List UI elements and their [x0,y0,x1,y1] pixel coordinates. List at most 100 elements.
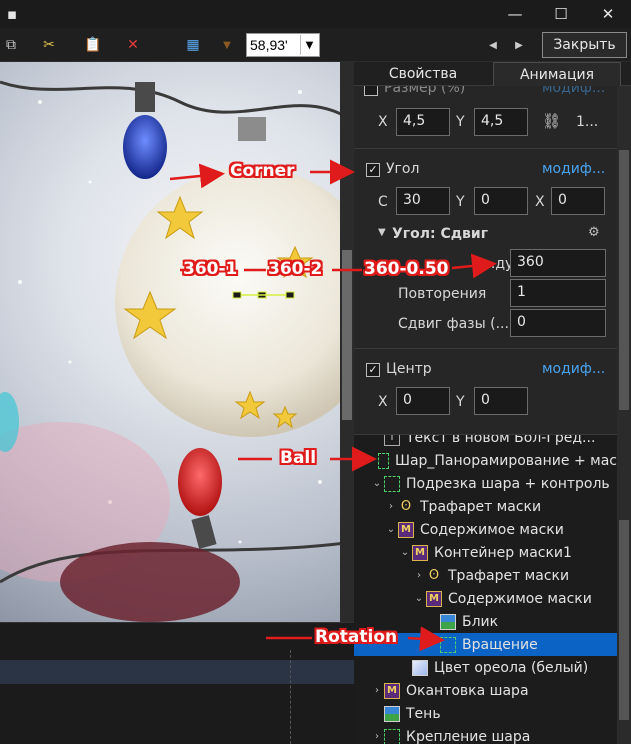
mask-icon: M [384,682,400,699]
tree-item[interactable]: › M Окантовка шара [354,679,617,702]
center-modifier-link[interactable]: модиф... [542,361,605,377]
angle-shift-title: Угол: Сдвиг [392,226,489,242]
annotation-rotation: Rotation [315,627,398,647]
canvas-scroll-thumb[interactable] [342,250,352,420]
stencil-icon: ʘ [428,567,440,583]
angle-shift-phase-label: Сдвиг фазы (... [398,316,509,332]
zoom-combobox[interactable]: 58,93' ▼ [246,33,320,57]
annotation-corner: Corner [230,161,295,181]
tree-item[interactable]: › Крепление шара [354,725,617,744]
dashed-frame-icon [378,452,389,469]
tree-item[interactable]: › ʘ Трафарет маски [354,564,617,587]
tree-item-label: Шар_Панорамирование + мас [394,452,617,469]
close-button[interactable]: Закрыть [542,32,627,58]
toolbar: ⧉ ✂ 📋 ✕ ▦ ▼ 58,93' ▼ ◀ ▶ Закрыть [0,28,631,62]
angle-shift-phase-input[interactable]: 0 [510,309,606,337]
chevron-right-icon[interactable]: › [370,731,384,742]
dashed-frame-icon [440,636,456,653]
tree-item[interactable]: ⌄ M Контейнер маски1 [354,541,617,564]
chevron-right-icon[interactable]: › [412,570,426,581]
tree-item[interactable]: Цвет ореола (белый) [354,656,617,679]
tree-item-label: Цвет ореола (белый) [434,659,589,676]
size-x-input[interactable]: 4,5 [396,108,450,136]
tree-item-label: Трафарет маски [420,498,542,515]
angle-modifier-link[interactable]: модиф... [542,161,605,177]
settings-gear-icon[interactable]: ⚙ [588,225,600,240]
nav-left-icon[interactable]: ◀ [484,36,502,54]
angle-x-label: X [535,194,545,210]
preview-canvas[interactable] [0,62,354,622]
center-y-label: Y [456,394,465,410]
panel-tabbar: Свойства Анимация [354,62,631,86]
angle-shift-repeat-input[interactable]: 1 [510,279,606,307]
link-chain-icon[interactable]: ⛓ [542,112,561,130]
close-window-icon[interactable]: ✕ [585,0,631,28]
timeline-track-row[interactable] [0,660,354,684]
chevron-right-icon[interactable]: › [384,501,398,512]
tree-item-label: Текст в новом Бол-Гред... [406,434,596,446]
angle-y-input[interactable]: 0 [474,187,528,215]
paste-special-icon[interactable]: ⧉ [2,36,20,54]
size-extra-value: 1... [576,114,599,130]
tree-item-label: Тень [406,705,441,722]
tab-properties[interactable]: Свойства [354,62,492,86]
center-checkbox[interactable]: ✓ [366,363,380,377]
center-x-input[interactable]: 0 [396,387,450,415]
zoom-dropdown-icon[interactable]: ▼ [300,35,318,55]
cut-icon[interactable]: ✂ [40,36,58,54]
mask-icon: M [398,521,414,538]
tree-item[interactable]: Тень [354,702,617,725]
tree-item[interactable]: ⌄ Подрезка шара + контроль [354,472,617,495]
angle-shift-repeat-label: Повторения [398,286,487,302]
delete-icon[interactable]: ✕ [124,36,142,54]
tree-scroll-thumb[interactable] [619,520,629,720]
angle-c-input[interactable]: 30 [396,187,450,215]
properties-scroll-thumb[interactable] [619,150,629,410]
angle-shift-duration-input[interactable]: 360 [510,249,606,277]
annotation-ball: Ball [280,448,317,468]
chevron-down-icon[interactable]: ⌄ [412,593,426,604]
tree-item-label: Окантовка шара [406,682,529,699]
timeline-marker [290,650,291,744]
size-modifier-link[interactable]: модиф... [542,86,605,96]
maximize-icon[interactable]: ☐ [538,0,584,28]
tree-item[interactable]: T Текст в новом Бол-Гред... [354,434,617,449]
chevron-down-icon[interactable]: ⌄ [398,547,412,558]
angle-y-label: Y [456,194,465,210]
tree-item-label: Подрезка шара + контроль [406,475,610,492]
tree-item-label: Крепление шара [406,728,531,744]
angle-label: Угол [386,161,420,177]
angle-checkbox[interactable]: ✓ [366,163,380,177]
tree-item-label: Трафарет маски [448,567,570,584]
angle-x-input[interactable]: 0 [551,187,605,215]
chevron-down-icon[interactable]: ⌄ [370,478,384,489]
tree-item-ball[interactable]: Шар_Панорамирование + мас [354,449,617,472]
minimize-partial-icon[interactable]: ▪ [0,0,24,28]
tree-item-label: Вращение [462,636,538,653]
tree-item-label: Контейнер маски1 [434,544,572,561]
tab-animation[interactable]: Анимация [493,62,621,86]
size-x-label: X [378,114,388,130]
grid-icon[interactable]: ▦ [184,36,202,54]
annotation-360-2: 360-2 [268,259,323,279]
tree-item[interactable]: ⌄ M Содержимое маски [354,518,617,541]
mask-icon: M [412,544,428,561]
tree-item[interactable]: ⌄ M Содержимое маски [354,587,617,610]
size-checkbox[interactable] [364,86,378,96]
chevron-down-icon[interactable]: ⌄ [384,524,398,535]
size-y-input[interactable]: 4,5 [474,108,528,136]
nav-right-icon[interactable]: ▶ [510,36,528,54]
tree-item[interactable]: › ʘ Трафарет маски [354,495,617,518]
collapse-chevron-icon[interactable]: ▼ [378,227,386,238]
text-icon: T [384,435,400,446]
section-divider [354,348,617,349]
chevron-right-icon[interactable]: › [370,685,384,696]
center-y-input[interactable]: 0 [474,387,528,415]
dropdown-arrow-icon[interactable]: ▼ [218,36,236,54]
minimize-icon[interactable]: — [492,0,538,28]
annotation-360-1: 360-1 [183,259,238,279]
dashed-frame-icon [384,475,400,492]
paste-icon[interactable]: 📋 [84,36,102,54]
window-titlebar: ▪ — ☐ ✕ [0,0,631,28]
tree-item-label: Содержимое маски [420,521,564,538]
